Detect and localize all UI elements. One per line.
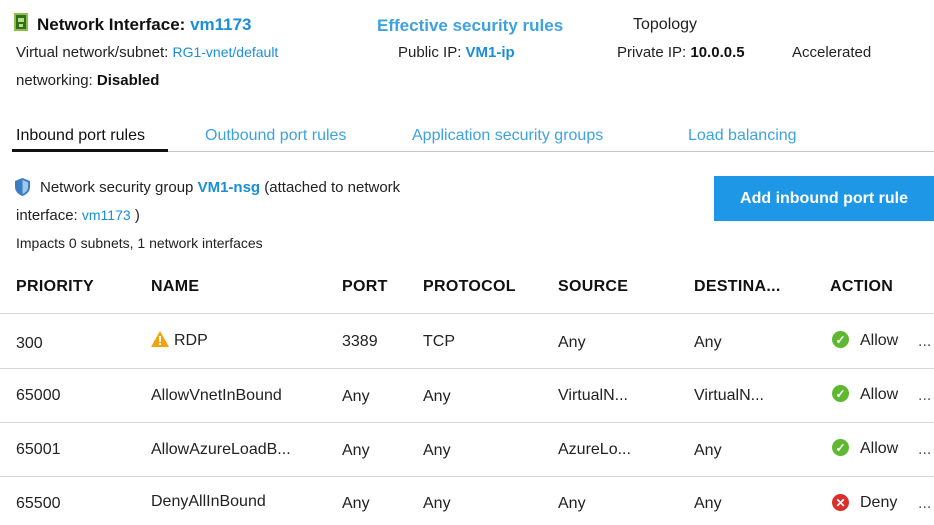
cell-source: AzureLo... xyxy=(558,441,631,458)
cell-name[interactable]: RDP xyxy=(174,332,208,350)
cell-action: Deny xyxy=(860,494,898,511)
column-header-name[interactable]: NAME xyxy=(151,278,199,296)
row-more-button[interactable]: ... xyxy=(918,333,931,351)
cell-destination: Any xyxy=(694,334,722,351)
nsg-interface: interface: vm1173 ) xyxy=(16,207,140,224)
vnet-info: Virtual network/subnet: RG1-vnet/default xyxy=(16,44,278,61)
networking-label: networking: xyxy=(16,72,93,89)
private-ip-label: Private IP: xyxy=(617,44,687,61)
cell-destination: VirtualN... xyxy=(694,387,764,404)
cell-name[interactable]: AllowVnetInBound xyxy=(151,387,282,405)
networking-value: Disabled xyxy=(96,72,160,89)
add-inbound-port-rule-button[interactable]: Add inbound port rule xyxy=(714,176,934,221)
public-ip-link[interactable]: VM1-ip xyxy=(466,44,515,61)
tab-outbound-port-rules[interactable]: Outbound port rules xyxy=(205,127,346,145)
shield-icon xyxy=(15,178,30,196)
nsg-interface-close: ) xyxy=(134,207,140,224)
private-ip-info: Private IP: 10.0.0.5 xyxy=(617,44,745,61)
row-divider xyxy=(0,368,934,369)
networking-info: networking: Disabled xyxy=(16,72,159,89)
column-header-action[interactable]: ACTION xyxy=(830,278,893,296)
cell-protocol: TCP xyxy=(423,333,455,350)
x-circle-icon: ✕ xyxy=(832,494,849,511)
network-interface-icon xyxy=(14,13,28,31)
nsg-prefix: Network security group xyxy=(40,179,194,196)
check-circle-icon: ✓ xyxy=(832,439,849,456)
cell-protocol: Any xyxy=(423,388,451,405)
row-divider xyxy=(0,476,934,477)
check-circle-icon: ✓ xyxy=(832,331,849,348)
public-ip-label: Public IP: xyxy=(398,44,462,61)
cell-destination: Any xyxy=(694,495,722,512)
cell-protocol: Any xyxy=(423,442,451,459)
row-divider xyxy=(0,313,934,314)
private-ip-value: 10.0.0.5 xyxy=(690,44,745,61)
cell-protocol: Any xyxy=(423,495,451,512)
topology-link[interactable]: Topology xyxy=(633,16,697,34)
row-more-button[interactable]: ... xyxy=(918,441,931,459)
vnet-link[interactable]: RG1-vnet/default xyxy=(172,44,278,60)
cell-port: Any xyxy=(342,388,370,405)
warning-icon xyxy=(151,331,169,347)
cell-action: Allow xyxy=(860,332,899,349)
tab-application-security-groups[interactable]: Application security groups xyxy=(412,127,603,145)
nsg-interface-label: interface: xyxy=(16,207,78,224)
title-prefix: Network Interface: xyxy=(37,15,186,34)
cell-priority: 300 xyxy=(16,335,43,352)
cell-source: Any xyxy=(558,495,586,512)
check-circle-icon: ✓ xyxy=(832,385,849,402)
vnet-label: Virtual network/subnet: xyxy=(16,44,169,61)
public-ip-info: Public IP: VM1-ip xyxy=(398,44,515,61)
cell-source: VirtualN... xyxy=(558,387,628,404)
row-more-button[interactable]: ... xyxy=(918,495,931,513)
tab-load-balancing[interactable]: Load balancing xyxy=(688,127,797,145)
nic-name: vm1173 xyxy=(190,15,252,34)
nsg-description: Network security group VM1-nsg (attached… xyxy=(40,179,400,196)
cell-name[interactable]: DenyAllInBound xyxy=(151,493,266,511)
cell-action: Allow xyxy=(860,386,899,403)
cell-source: Any xyxy=(558,334,586,351)
page-title: Network Interface: vm1173 xyxy=(37,15,252,35)
row-divider xyxy=(0,422,934,423)
tab-inbound-port-rules[interactable]: Inbound port rules xyxy=(16,127,145,145)
column-header-destination[interactable]: DESTINA... xyxy=(694,278,781,296)
cell-port: 3389 xyxy=(342,333,378,350)
column-header-port[interactable]: PORT xyxy=(342,278,388,296)
accelerated-label: Accelerated xyxy=(792,44,872,61)
nsg-suffix: (attached to network xyxy=(264,179,401,196)
cell-port: Any xyxy=(342,495,370,512)
nsg-interface-link[interactable]: vm1173 xyxy=(82,207,131,223)
cell-destination: Any xyxy=(694,442,722,459)
column-header-protocol[interactable]: PROTOCOL xyxy=(423,278,516,296)
cell-priority: 65500 xyxy=(16,495,61,512)
active-tab-indicator xyxy=(12,149,168,152)
column-header-source[interactable]: SOURCE xyxy=(558,278,628,296)
nsg-impacts: Impacts 0 subnets, 1 network interfaces xyxy=(16,235,263,251)
cell-action: Allow xyxy=(860,440,899,457)
cell-port: Any xyxy=(342,442,370,459)
effective-security-rules-link[interactable]: Effective security rules xyxy=(377,16,563,36)
cell-priority: 65001 xyxy=(16,441,61,458)
column-header-priority[interactable]: PRIORITY xyxy=(16,278,94,296)
nsg-link[interactable]: VM1-nsg xyxy=(198,179,261,196)
row-more-button[interactable]: ... xyxy=(918,387,931,405)
cell-priority: 65000 xyxy=(16,387,61,404)
cell-name[interactable]: AllowAzureLoadB... xyxy=(151,441,291,459)
